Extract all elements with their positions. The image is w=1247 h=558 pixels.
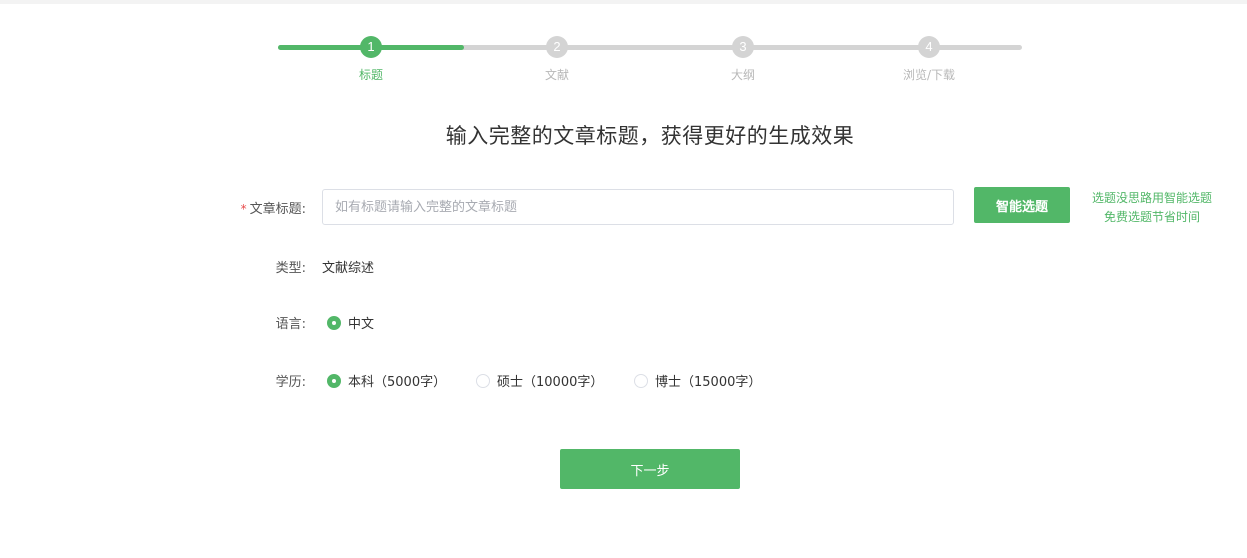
required-mark: *	[240, 202, 247, 216]
title-label-text: 文章标题:	[249, 202, 306, 217]
step-label: 大纲	[730, 68, 755, 82]
smart-topic-hint[interactable]: 选题没思路用智能选题 免费选题节省时间	[1082, 189, 1222, 227]
degree-radio-bachelor[interactable]: 本科（5000字）	[327, 371, 446, 390]
degree-radio-doctor[interactable]: 博士（15000字）	[634, 371, 761, 390]
hint-line-1: 选题没思路用智能选题	[1091, 191, 1212, 205]
type-label: 类型:	[275, 261, 306, 276]
step-4[interactable]: 4 浏览/下载	[869, 36, 989, 83]
step-label: 文献	[544, 68, 569, 82]
radio-circle	[327, 315, 341, 330]
hint-line-2: 免费选题节省时间	[1103, 210, 1200, 224]
language-label: 语言:	[275, 317, 306, 332]
step-2[interactable]: 2 文献	[497, 36, 617, 83]
language-radio-chinese[interactable]: 中文	[327, 313, 374, 332]
step-label: 浏览/下载	[902, 68, 956, 82]
page-headline: 输入完整的文章标题，获得更好的生成效果	[445, 124, 855, 148]
step-number: 2	[546, 36, 568, 58]
degree-label: 学历:	[275, 375, 306, 390]
title-input[interactable]	[322, 189, 954, 225]
next-step-button[interactable]: 下一步	[560, 449, 740, 489]
radio-label: 中文	[348, 317, 375, 332]
step-progress: 1 标题 2 文献 3 大纲 4 浏览/下载	[278, 36, 1022, 86]
top-bar	[0, 0, 1247, 4]
title-field-label: * 文章标题:	[216, 198, 306, 217]
smart-topic-button[interactable]: 智能选题	[974, 187, 1070, 223]
step-3[interactable]: 3 大纲	[683, 36, 803, 83]
radio-label: 硕士（10000字）	[497, 375, 604, 390]
radio-label: 本科（5000字）	[348, 375, 447, 390]
radio-circle	[476, 373, 490, 388]
step-label: 标题	[358, 68, 383, 82]
step-number: 4	[918, 36, 940, 58]
type-value: 文献综述	[322, 261, 375, 276]
radio-circle	[327, 373, 341, 388]
radio-circle	[634, 373, 648, 388]
step-number: 1	[360, 36, 382, 58]
radio-label: 博士（15000字）	[655, 375, 762, 390]
degree-radio-master[interactable]: 硕士（10000字）	[476, 371, 603, 390]
step-number: 3	[732, 36, 754, 58]
step-1[interactable]: 1 标题	[311, 36, 431, 83]
